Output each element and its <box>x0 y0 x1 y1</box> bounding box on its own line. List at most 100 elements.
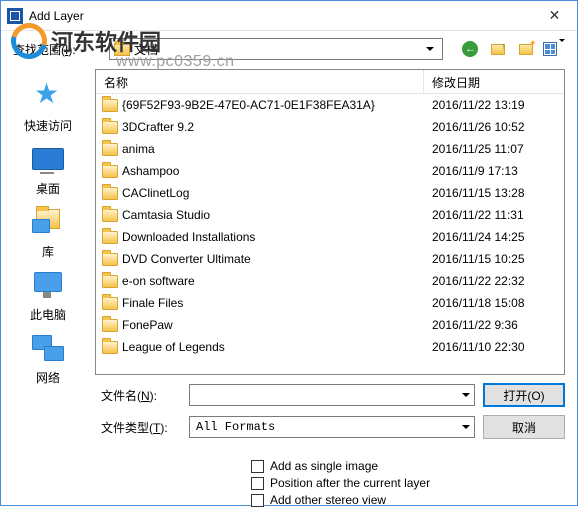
desktop-icon <box>30 144 66 176</box>
file-date: 2016/11/25 11:07 <box>424 142 564 156</box>
file-name: anima <box>122 142 155 156</box>
chevron-down-icon[interactable] <box>457 385 474 405</box>
table-row[interactable]: Finale Files2016/11/18 15:08 <box>96 292 564 314</box>
folder-icon <box>102 253 118 266</box>
check-position-after[interactable]: Position after the current layer <box>251 476 565 490</box>
folder-icon <box>102 143 118 156</box>
open-button[interactable]: 打开(O) <box>483 383 565 407</box>
table-row[interactable]: Downloaded Installations 2016/11/24 14:25 <box>96 226 564 248</box>
place-label: 桌面 <box>36 180 60 197</box>
place-label: 此电脑 <box>30 306 66 323</box>
table-row[interactable]: FonePaw2016/11/22 9:36 <box>96 314 564 336</box>
folder-icon <box>102 187 118 200</box>
file-name: CAClinetLog <box>122 186 189 200</box>
up-button[interactable] <box>487 38 509 60</box>
main-area: 快速访问 桌面 库 此电脑 网络 名称 修改日期 {69F52F93-9B2E-… <box>1 67 577 375</box>
filename-input[interactable] <box>189 384 475 406</box>
app-icon <box>7 8 23 24</box>
file-date: 2016/11/10 22:30 <box>424 340 564 354</box>
folder-icon <box>102 319 118 332</box>
column-header-name[interactable]: 名称 <box>96 70 424 93</box>
back-button[interactable] <box>459 38 481 60</box>
close-icon: ✕ <box>549 7 561 24</box>
lookin-combo[interactable]: 文档 <box>109 38 443 60</box>
file-name: FonePaw <box>122 318 173 332</box>
place-quick-access[interactable]: 快速访问 <box>13 81 83 134</box>
close-button[interactable]: ✕ <box>532 1 577 31</box>
file-name: DVD Converter Ultimate <box>122 252 251 266</box>
file-date: 2016/11/24 14:25 <box>424 230 564 244</box>
folder-icon <box>102 231 118 244</box>
table-row[interactable]: 3DCrafter 9.2 2016/11/26 10:52 <box>96 116 564 138</box>
file-date: 2016/11/22 22:32 <box>424 274 564 288</box>
back-icon <box>462 41 478 57</box>
file-date: 2016/11/9 17:13 <box>424 164 564 178</box>
file-name: League of Legends <box>122 340 225 354</box>
library-icon <box>30 207 66 239</box>
column-header-date[interactable]: 修改日期 <box>424 70 564 93</box>
checkbox-icon <box>251 477 264 490</box>
lookin-row: 查找范围(I): 文档 <box>1 31 577 67</box>
check-add-stereo[interactable]: Add other stereo view <box>251 493 565 507</box>
places-bar: 快速访问 桌面 库 此电脑 网络 <box>1 67 95 375</box>
file-date: 2016/11/22 11:31 <box>424 208 564 222</box>
cancel-button[interactable]: 取消 <box>483 415 565 439</box>
table-row[interactable]: anima 2016/11/25 11:07 <box>96 138 564 160</box>
place-this-pc[interactable]: 此电脑 <box>13 270 83 323</box>
table-row[interactable]: DVD Converter Ultimate 2016/11/15 10:25 <box>96 248 564 270</box>
place-desktop[interactable]: 桌面 <box>13 144 83 197</box>
table-row[interactable]: Ashampoo 2016/11/9 17:13 <box>96 160 564 182</box>
quick-access-icon <box>30 81 66 113</box>
file-date: 2016/11/22 13:19 <box>424 98 564 112</box>
view-icon <box>543 42 557 56</box>
up-folder-icon <box>491 44 505 55</box>
open-label: 打开(O) <box>503 387 544 404</box>
check-label: Add other stereo view <box>270 493 386 507</box>
chevron-down-icon[interactable] <box>422 39 438 59</box>
file-name: e-on software <box>122 274 195 288</box>
folder-icon <box>102 165 118 178</box>
folder-icon <box>102 297 118 310</box>
table-row[interactable]: Camtasia Studio2016/11/22 11:31 <box>96 204 564 226</box>
file-name: Downloaded Installations <box>122 230 255 244</box>
table-row[interactable]: League of Legends 2016/11/10 22:30 <box>96 336 564 358</box>
check-add-single[interactable]: Add as single image <box>251 459 565 473</box>
folder-icon <box>102 341 118 354</box>
place-network[interactable]: 网络 <box>13 333 83 386</box>
check-label: Position after the current layer <box>270 476 430 490</box>
place-library[interactable]: 库 <box>13 207 83 260</box>
lookin-value: 文档 <box>134 41 422 58</box>
folder-icon <box>102 209 118 222</box>
check-label: Add as single image <box>270 459 378 473</box>
toolbar-buttons <box>459 38 565 60</box>
file-date: 2016/11/15 10:25 <box>424 252 564 266</box>
filename-label: 文件名(N): <box>101 387 181 404</box>
network-icon <box>30 333 66 365</box>
list-header: 名称 修改日期 <box>96 70 564 94</box>
new-folder-button[interactable] <box>515 38 537 60</box>
filetype-combo[interactable]: All Formats <box>189 416 475 438</box>
place-label: 网络 <box>36 369 60 386</box>
file-date: 2016/11/18 15:08 <box>424 296 564 310</box>
view-menu-button[interactable] <box>543 38 565 60</box>
folder-icon <box>102 275 118 288</box>
checkbox-icon <box>251 460 264 473</box>
new-folder-icon <box>519 44 533 55</box>
file-name: Ashampoo <box>122 164 179 178</box>
place-label: 快速访问 <box>24 117 72 134</box>
table-row[interactable]: {69F52F93-9B2E-47E0-AC71-0E1F38FEA31A}20… <box>96 94 564 116</box>
bottom-area: 文件名(N): 打开(O) 文件类型(T): All Formats 取消 Ad… <box>1 375 577 511</box>
filetype-value: All Formats <box>190 420 457 434</box>
folder-icon <box>114 43 130 56</box>
chevron-down-icon[interactable] <box>457 417 474 437</box>
list-body[interactable]: {69F52F93-9B2E-47E0-AC71-0E1F38FEA31A}20… <box>96 94 564 374</box>
table-row[interactable]: CAClinetLog 2016/11/15 13:28 <box>96 182 564 204</box>
cancel-label: 取消 <box>512 419 536 436</box>
file-name: 3DCrafter 9.2 <box>122 120 194 134</box>
filename-row: 文件名(N): 打开(O) <box>101 383 565 407</box>
file-date: 2016/11/26 10:52 <box>424 120 564 134</box>
filetype-row: 文件类型(T): All Formats 取消 <box>101 415 565 439</box>
options-checks: Add as single image Position after the c… <box>101 447 565 507</box>
file-date: 2016/11/15 13:28 <box>424 186 564 200</box>
table-row[interactable]: e-on software 2016/11/22 22:32 <box>96 270 564 292</box>
